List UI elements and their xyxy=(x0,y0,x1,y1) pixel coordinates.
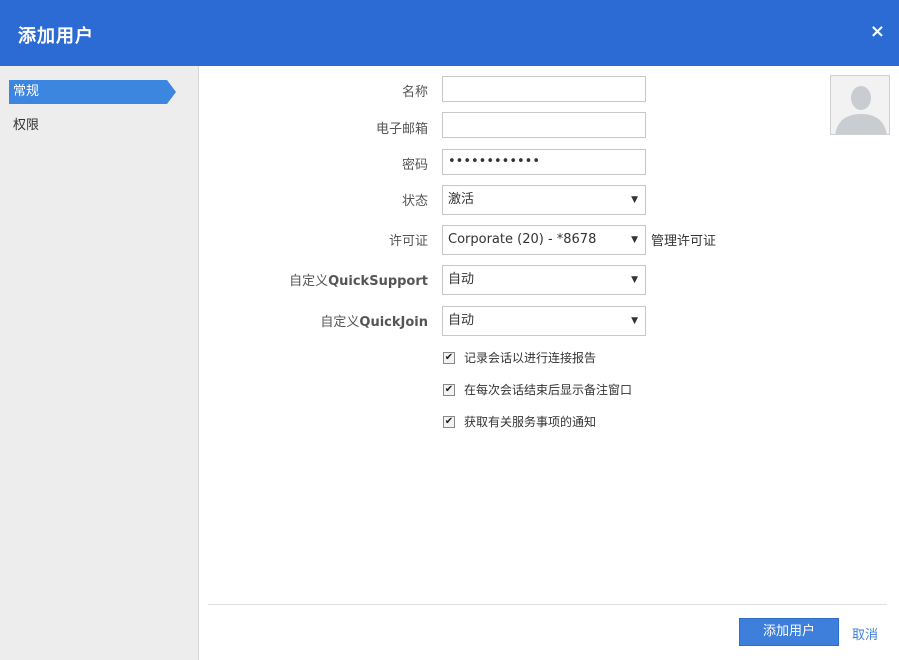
quickjoin-label-prefix: 自定义 xyxy=(320,315,360,330)
chevron-down-icon: ▼ xyxy=(631,195,638,205)
sidebar-item-permissions[interactable]: 权限 xyxy=(9,114,39,138)
license-select-value: Corporate (20) - *8678 xyxy=(448,232,597,247)
license-select[interactable]: Corporate (20) - *8678 ▼ xyxy=(442,225,646,255)
checkbox-label: 获取有关服务事项的通知 xyxy=(464,415,597,429)
quickjoin-select[interactable]: 自动 ▼ xyxy=(442,306,646,336)
add-user-button[interactable]: 添加用户 xyxy=(739,618,839,646)
cancel-button[interactable]: 取消 xyxy=(852,624,878,643)
chevron-down-icon: ▼ xyxy=(631,275,638,285)
chevron-down-icon: ▼ xyxy=(631,316,638,326)
quicksupport-label: 自定义QuickSupport xyxy=(289,270,428,289)
manage-license-link[interactable]: 管理许可证 xyxy=(651,230,716,249)
dialog-header: 添加用户 × xyxy=(0,0,899,66)
quickjoin-label: 自定义QuickJoin xyxy=(320,311,428,330)
status-select[interactable]: 激活 ▼ xyxy=(442,185,646,215)
quicksupport-select-value: 自动 xyxy=(448,272,475,287)
sidebar-item-label: 权限 xyxy=(13,118,40,133)
dialog-title: 添加用户 xyxy=(18,26,94,47)
chevron-down-icon: ▼ xyxy=(631,235,638,245)
name-input[interactable] xyxy=(442,76,646,102)
sidebar-item-general[interactable]: 常规 xyxy=(9,80,176,104)
sidebar-item-label: 常规 xyxy=(13,84,40,99)
password-label: 密码 xyxy=(401,158,428,173)
quickjoin-select-value: 自动 xyxy=(448,313,475,328)
email-label: 电子邮箱 xyxy=(375,122,428,137)
user-avatar-placeholder-icon[interactable] xyxy=(830,75,890,135)
email-input[interactable] xyxy=(442,112,646,138)
checkbox-label: 在每次会话结束后显示备注窗口 xyxy=(464,383,633,397)
checkmark-icon[interactable]: ✔ xyxy=(443,416,455,428)
name-label: 名称 xyxy=(401,85,428,100)
status-select-value: 激活 xyxy=(448,192,475,207)
close-icon[interactable]: × xyxy=(870,22,885,42)
footer-divider xyxy=(208,604,887,605)
sidebar: 常规 权限 xyxy=(0,66,199,660)
license-label: 许可证 xyxy=(388,234,428,249)
quicksupport-label-brand: QuickSupport xyxy=(328,274,428,289)
quickjoin-label-brand: QuickJoin xyxy=(359,315,428,330)
checkmark-icon[interactable]: ✔ xyxy=(443,384,455,396)
avatar-silhouette xyxy=(831,76,889,134)
checkmark-icon[interactable]: ✔ xyxy=(443,352,455,364)
quicksupport-select[interactable]: 自动 ▼ xyxy=(442,265,646,295)
quicksupport-label-prefix: 自定义 xyxy=(289,274,329,289)
checkbox-label: 记录会话以进行连接报告 xyxy=(464,351,597,365)
password-input[interactable]: •••••••••••• xyxy=(442,149,646,175)
status-label: 状态 xyxy=(401,194,428,209)
